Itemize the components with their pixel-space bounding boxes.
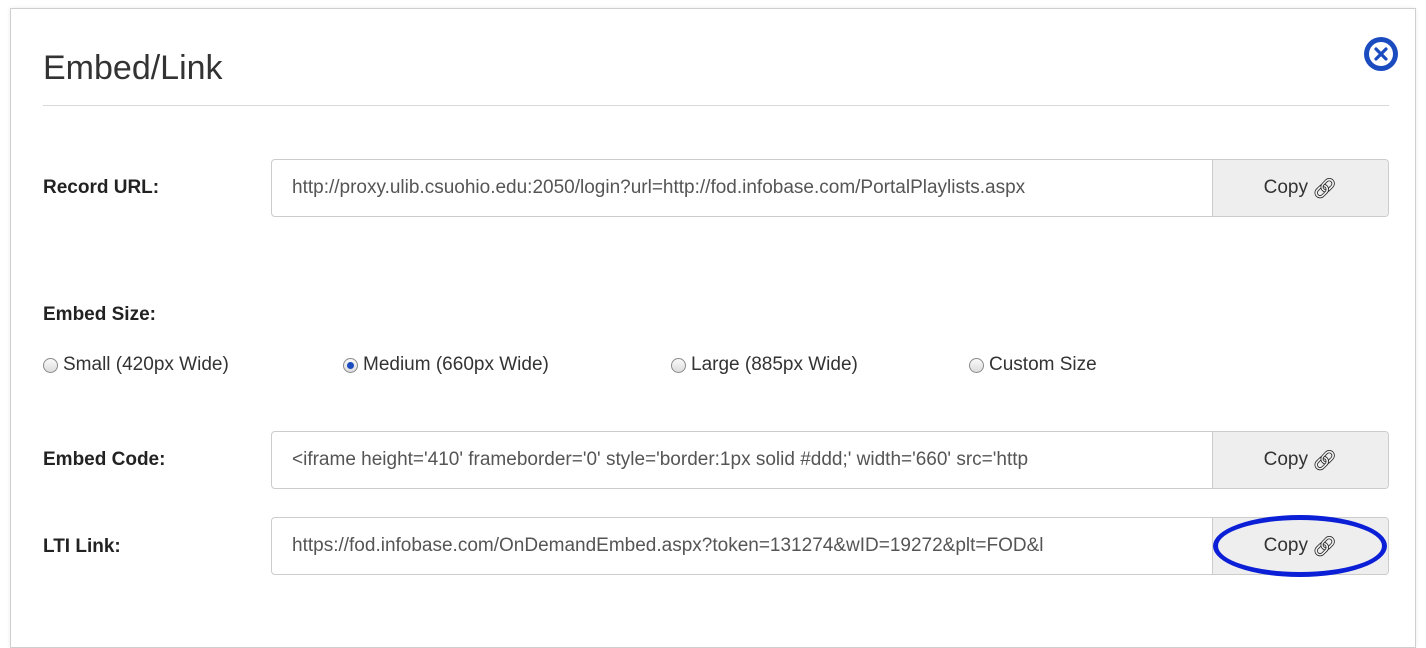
embed-link-dialog: Embed/Link Record URL: Copy 🔗︎ Embed Siz… [10, 8, 1416, 648]
record-url-label: Record URL: [43, 177, 160, 198]
record-url-copy-button[interactable]: Copy 🔗︎ [1212, 160, 1388, 216]
radio-small-label: Small (420px Wide) [63, 354, 229, 375]
radio-small-button[interactable] [43, 357, 58, 373]
radio-medium-button[interactable] [343, 357, 358, 373]
title-divider [43, 105, 1389, 106]
radio-custom-label: Custom Size [989, 354, 1097, 375]
radio-medium-label: Medium (660px Wide) [363, 354, 549, 375]
embed-size-label: Embed Size: [43, 304, 156, 325]
radio-small[interactable]: Small (420px Wide) [43, 354, 229, 376]
radio-custom[interactable]: Custom Size [969, 354, 1097, 376]
radio-medium[interactable]: Medium (660px Wide) [343, 354, 549, 376]
embed-code-group: Copy 🔗︎ [271, 431, 1389, 489]
embed-code-label: Embed Code: [43, 449, 166, 470]
copy-button-label: Copy [1263, 535, 1308, 556]
copy-button-label: Copy [1263, 177, 1308, 198]
radio-large[interactable]: Large (885px Wide) [671, 354, 858, 376]
radio-custom-button[interactable] [969, 357, 984, 373]
copy-button-label: Copy [1263, 449, 1308, 470]
close-icon[interactable] [1364, 37, 1398, 71]
lti-link-label: LTI Link: [43, 536, 121, 557]
link-icon: 🔗︎ [1311, 449, 1338, 472]
radio-large-label: Large (885px Wide) [691, 354, 858, 375]
link-icon: 🔗︎ [1311, 177, 1338, 200]
record-url-field[interactable] [272, 160, 1212, 216]
lti-link-field[interactable] [272, 518, 1212, 574]
lti-link-copy-button[interactable]: Copy 🔗︎ [1212, 518, 1388, 574]
dialog-title: Embed/Link [43, 49, 223, 87]
close-icon-inner [1369, 42, 1393, 66]
radio-large-button[interactable] [671, 357, 686, 373]
embed-code-copy-button[interactable]: Copy 🔗︎ [1212, 432, 1388, 488]
lti-link-group: Copy 🔗︎ [271, 517, 1389, 575]
record-url-group: Copy 🔗︎ [271, 159, 1389, 217]
embed-size-options: Small (420px Wide) Medium (660px Wide) L… [43, 354, 1243, 382]
link-icon: 🔗︎ [1311, 535, 1338, 558]
embed-code-field[interactable] [272, 432, 1212, 488]
close-x-icon [1374, 47, 1388, 61]
